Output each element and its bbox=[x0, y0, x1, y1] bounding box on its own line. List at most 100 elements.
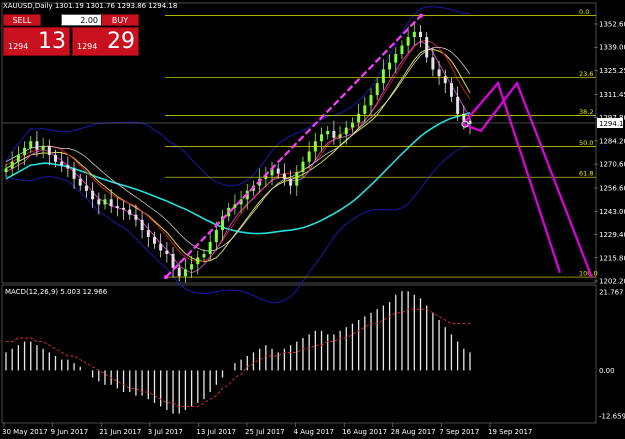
date-tick-label: 25 Jul 2017 bbox=[245, 428, 285, 436]
buy-price-big: 29 bbox=[107, 29, 135, 54]
candle-body bbox=[183, 269, 187, 277]
buy-quote[interactable]: 1294 29 bbox=[72, 27, 139, 56]
fib-level-label: 0.0 bbox=[579, 8, 589, 16]
fib-anchor-high bbox=[419, 13, 423, 18]
candle-body bbox=[16, 154, 20, 162]
candle-body bbox=[412, 31, 416, 37]
macd-tick-label: 21.767 bbox=[599, 289, 624, 297]
macd-tick-label: -12.659 bbox=[599, 413, 625, 421]
candle-body bbox=[425, 36, 429, 58]
candle-body bbox=[462, 113, 466, 121]
price-tick-label: 1243.00 bbox=[599, 208, 625, 216]
candle-body bbox=[97, 199, 101, 205]
candle-body bbox=[381, 69, 385, 84]
sell-price-prefix: 1294 bbox=[8, 42, 29, 51]
candle-body bbox=[208, 242, 212, 255]
price-chart[interactable]: 0.023.638.250.061.8100.0 1352.601339.001… bbox=[0, 0, 625, 439]
candle-body bbox=[4, 168, 8, 172]
fib-anchor-low bbox=[164, 275, 168, 280]
buy-button[interactable]: BUY bbox=[101, 14, 139, 26]
candle-body bbox=[84, 185, 88, 191]
price-tick-label: 1352.60 bbox=[599, 21, 625, 29]
date-tick-label: 30 May 2017 bbox=[2, 428, 48, 436]
price-tick-label: 1270.60 bbox=[599, 161, 625, 169]
macd-tick-label: 0.00 bbox=[599, 367, 615, 375]
one-click-trade-panel: SELL ▲▼ BUY 1294 13 1294 29 bbox=[3, 14, 139, 56]
candle-body bbox=[344, 127, 348, 135]
candle-body bbox=[47, 146, 51, 155]
fib-level-label: 50.0 bbox=[579, 139, 593, 147]
candle-body bbox=[276, 168, 280, 174]
candle-body bbox=[91, 190, 95, 200]
candle-body bbox=[338, 134, 342, 138]
candle-body bbox=[419, 31, 423, 37]
price-tick-label: 1339.00 bbox=[599, 44, 625, 52]
candle-body bbox=[72, 168, 76, 179]
candle-body bbox=[177, 267, 181, 277]
price-tick-label: 1325.25 bbox=[599, 67, 625, 75]
fib-level-label: 38.2 bbox=[579, 108, 593, 116]
candle-body bbox=[406, 36, 410, 46]
current-price-label: 1294.18 bbox=[599, 120, 625, 128]
candle-body bbox=[363, 105, 367, 114]
date-tick-label: 13 Jul 2017 bbox=[196, 428, 236, 436]
candle-body bbox=[122, 207, 126, 210]
candle-body bbox=[128, 209, 132, 215]
candle-body bbox=[456, 96, 460, 114]
candle-body bbox=[10, 161, 14, 169]
candle-body bbox=[190, 264, 194, 270]
candle-body bbox=[146, 230, 150, 237]
candle-body bbox=[60, 161, 64, 166]
candle-body bbox=[23, 148, 27, 155]
date-tick-label: 9 Jun 2017 bbox=[51, 428, 89, 436]
candle-body bbox=[301, 161, 305, 172]
candle-body bbox=[103, 199, 107, 205]
price-tick-label: 1284.20 bbox=[599, 137, 625, 145]
date-tick-label: 7 Sep 2017 bbox=[439, 428, 479, 436]
sell-price-big: 13 bbox=[38, 29, 66, 54]
candle-body bbox=[159, 243, 163, 251]
candle-body bbox=[171, 254, 175, 268]
candle-body bbox=[289, 178, 293, 186]
buy-price-prefix: 1294 bbox=[77, 42, 98, 51]
candle-body bbox=[375, 83, 379, 96]
price-tick-label: 1256.60 bbox=[599, 185, 625, 193]
sell-quote[interactable]: 1294 13 bbox=[3, 27, 70, 56]
candle-body bbox=[202, 254, 206, 258]
date-tick-label: 16 Aug 2017 bbox=[342, 428, 387, 436]
candle-body bbox=[400, 45, 404, 55]
candle-body bbox=[449, 83, 453, 97]
candle-body bbox=[109, 199, 113, 207]
fib-level-label: 23.6 bbox=[579, 70, 593, 78]
candle-body bbox=[332, 130, 336, 138]
candle-body bbox=[326, 130, 330, 135]
candle-body bbox=[78, 178, 82, 186]
candle-body bbox=[295, 171, 299, 186]
price-tick-label: 1202.20 bbox=[599, 278, 625, 286]
symbol-line: XAUUSD,Daily 1301.19 1301.76 1293.86 129… bbox=[3, 2, 178, 10]
date-tick-label: 3 Jul 2017 bbox=[148, 428, 183, 436]
candle-body bbox=[134, 214, 138, 220]
candle-body bbox=[196, 257, 200, 265]
price-tick-label: 1215.80 bbox=[599, 254, 625, 262]
candle-body bbox=[282, 173, 286, 179]
candle-body bbox=[307, 151, 311, 162]
date-tick-label: 19 Sep 2017 bbox=[488, 428, 532, 436]
fib-level-label: 61.8 bbox=[579, 170, 593, 178]
candle-body bbox=[437, 69, 441, 77]
candle-body bbox=[468, 120, 472, 125]
candle-body bbox=[66, 165, 70, 169]
candle-body bbox=[165, 250, 169, 255]
candle-body bbox=[29, 141, 33, 149]
candle-body bbox=[320, 134, 324, 142]
candle-body bbox=[115, 206, 119, 208]
date-tick-label: 28 Aug 2017 bbox=[391, 428, 436, 436]
date-tick-label: 21 Jun 2017 bbox=[99, 428, 141, 436]
candle-body bbox=[152, 236, 156, 244]
candle-body bbox=[41, 146, 45, 150]
sell-button[interactable]: SELL bbox=[3, 14, 41, 26]
candle-body bbox=[369, 95, 373, 106]
macd-label: MACD(12,26,9) 5.003 12.966 bbox=[5, 288, 108, 296]
price-tick-label: 1311.45 bbox=[599, 91, 625, 99]
candle-body bbox=[53, 154, 57, 162]
